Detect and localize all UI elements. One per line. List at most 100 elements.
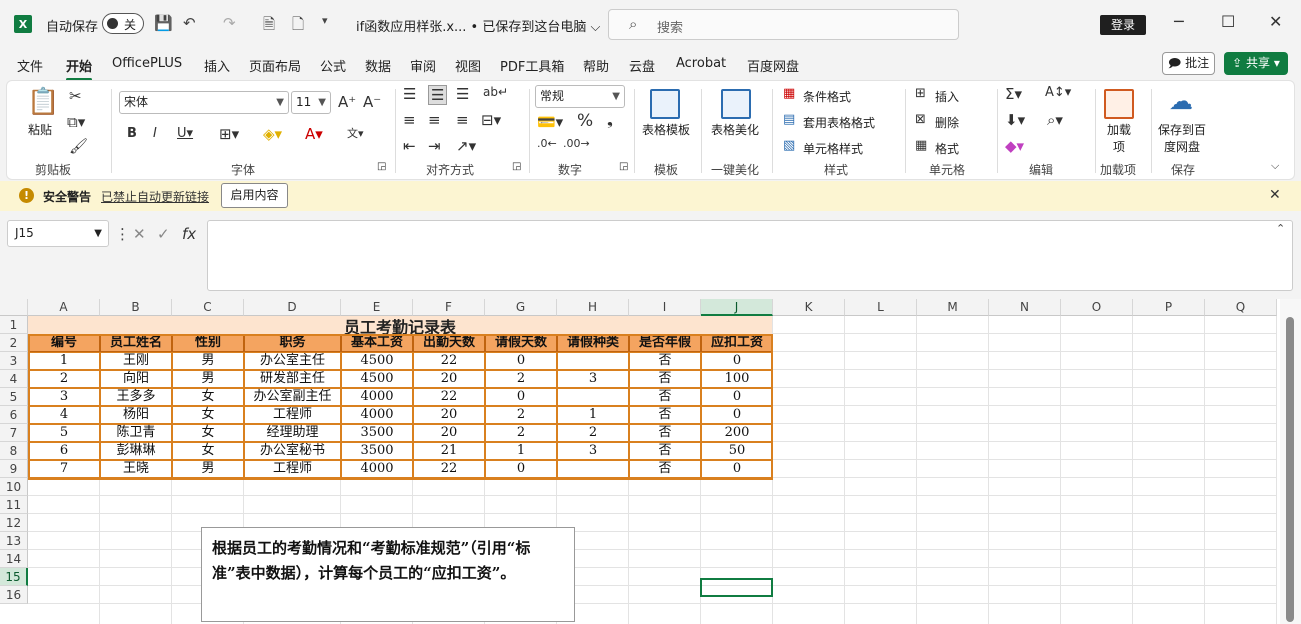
table-cell[interactable]: 100 [701, 370, 773, 388]
table-cell[interactable]: 陈卫青 [100, 424, 172, 442]
table-cell[interactable]: 0 [485, 352, 557, 370]
table-cell[interactable]: 女 [172, 442, 244, 460]
row-header[interactable]: 9 [0, 460, 28, 478]
column-header[interactable]: Q [1205, 299, 1277, 316]
row-header[interactable]: 6 [0, 406, 28, 424]
table-cell[interactable]: 工程师 [244, 406, 341, 424]
row-header[interactable]: 14 [0, 550, 28, 568]
table-cell[interactable]: 4000 [341, 460, 413, 478]
row-header[interactable]: 7 [0, 424, 28, 442]
table-cell[interactable]: 1 [485, 442, 557, 460]
table-header-cell[interactable]: 基本工资 [341, 334, 413, 352]
close-icon[interactable]: ✕ [1269, 12, 1282, 31]
insert-cells-button[interactable]: 插入 [935, 88, 959, 105]
table-header-cell[interactable]: 职务 [244, 334, 341, 352]
row-header[interactable]: 8 [0, 442, 28, 460]
table-beautify-icon[interactable] [721, 89, 751, 119]
table-cell[interactable]: 杨阳 [100, 406, 172, 424]
table-cell[interactable]: 4 [28, 406, 100, 424]
table-cell[interactable]: 6 [28, 442, 100, 460]
table-cell[interactable]: 2 [28, 370, 100, 388]
redo-icon[interactable]: ↷ [223, 14, 236, 32]
warning-link[interactable]: 已禁止自动更新链接 [101, 188, 209, 205]
table-cell[interactable]: 3500 [341, 424, 413, 442]
table-cell[interactable]: 3 [557, 442, 629, 460]
table-cell[interactable]: 3 [28, 388, 100, 406]
row-header[interactable]: 11 [0, 496, 28, 514]
column-header[interactable]: F [413, 299, 485, 316]
column-header[interactable]: O [1061, 299, 1133, 316]
font-size-select[interactable]: 11 ▼ [291, 91, 331, 114]
menu-insert[interactable]: 插入 [204, 56, 230, 75]
underline-icon[interactable]: U▾ [177, 126, 193, 141]
number-dialog-icon[interactable]: ◲ [619, 161, 628, 172]
alignment-dialog-icon[interactable]: ◲ [512, 161, 521, 172]
table-cell[interactable]: 女 [172, 406, 244, 424]
menu-review[interactable]: 审阅 [410, 56, 436, 75]
table-cell[interactable]: 4000 [341, 406, 413, 424]
table-cell[interactable]: 向阳 [100, 370, 172, 388]
align-right-icon[interactable]: ≡ [456, 111, 469, 129]
search-box[interactable]: ⌕ 搜索 [608, 9, 959, 40]
paste-label[interactable]: 粘贴 [28, 121, 52, 138]
align-left-icon[interactable]: ≡ [403, 111, 416, 129]
align-center-icon[interactable]: ≡ [428, 111, 441, 129]
table-cell[interactable]: 0 [485, 388, 557, 406]
table-cell[interactable]: 否 [629, 406, 701, 424]
table-cell[interactable]: 0 [701, 460, 773, 478]
table-cell[interactable]: 王刚 [100, 352, 172, 370]
table-header-cell[interactable]: 应扣工资 [701, 334, 773, 352]
column-header[interactable]: H [557, 299, 629, 316]
table-cell[interactable]: 2 [485, 370, 557, 388]
column-header[interactable]: E [341, 299, 413, 316]
table-cell[interactable]: 4500 [341, 352, 413, 370]
table-cell[interactable]: 办公室秘书 [244, 442, 341, 460]
column-header[interactable]: I [629, 299, 701, 316]
table-cell[interactable]: 20 [413, 424, 485, 442]
bold-icon[interactable]: B [127, 126, 137, 141]
wrap-text-icon[interactable]: ab↵ [483, 85, 508, 99]
cut-icon[interactable]: ✂ [69, 87, 82, 105]
align-top-icon[interactable]: ☰ [403, 85, 416, 103]
login-button[interactable]: 登录 [1100, 15, 1146, 35]
column-header[interactable]: K [773, 299, 845, 316]
table-cell[interactable]: 200 [701, 424, 773, 442]
currency-icon[interactable]: 💳▾ [537, 113, 563, 131]
percent-icon[interactable]: % [577, 111, 593, 131]
column-header[interactable]: J [701, 299, 773, 316]
customize-toolbar-icon[interactable]: ▾ [322, 14, 328, 27]
text-orientation-icon[interactable]: ↗▾ [456, 137, 476, 155]
table-cell[interactable]: 22 [413, 352, 485, 370]
table-cell[interactable]: 办公室副主任 [244, 388, 341, 406]
table-header-cell[interactable]: 是否年假 [629, 334, 701, 352]
table-cell[interactable]: 0 [701, 352, 773, 370]
addin-button[interactable]: 加载项 [1106, 121, 1132, 155]
table-cell[interactable]: 彭琳琳 [100, 442, 172, 460]
table-cell[interactable]: 经理助理 [244, 424, 341, 442]
save-icon[interactable]: 💾 [154, 14, 173, 32]
decrease-decimal-icon[interactable]: .00→ [563, 137, 590, 150]
row-header[interactable]: 10 [0, 478, 28, 496]
table-cell[interactable]: 7 [28, 460, 100, 478]
align-bottom-icon[interactable]: ☰ [456, 85, 469, 103]
table-format-icon[interactable]: ▤ [783, 112, 795, 127]
decrease-indent-icon[interactable]: ⇤ [403, 137, 416, 155]
copy-icon[interactable]: ⧉▾ [67, 113, 85, 131]
increase-font-icon[interactable]: A⁺ [338, 93, 356, 111]
collapse-ribbon-icon[interactable]: ⌵ [1271, 159, 1279, 173]
table-cell[interactable] [557, 388, 629, 406]
select-all-corner[interactable] [0, 299, 28, 316]
table-cell[interactable]: 21 [413, 442, 485, 460]
table-cell[interactable]: 研发部主任 [244, 370, 341, 388]
insert-function-icon[interactable]: fx [182, 225, 196, 243]
table-template-button[interactable]: 表格模板 [642, 121, 690, 138]
cell-style-button[interactable]: 单元格样式 [803, 140, 863, 157]
cell-style-icon[interactable]: ▧ [783, 138, 795, 153]
paste-icon[interactable]: 📋 [27, 87, 59, 117]
menu-data[interactable]: 数据 [365, 56, 391, 75]
comments-button[interactable]: 🗩 批注 [1162, 52, 1215, 75]
menu-officeplus[interactable]: OfficePLUS [112, 56, 182, 71]
format-cells-button[interactable]: 格式 [935, 140, 959, 157]
table-cell[interactable]: 女 [172, 424, 244, 442]
table-cell[interactable]: 王晓 [100, 460, 172, 478]
